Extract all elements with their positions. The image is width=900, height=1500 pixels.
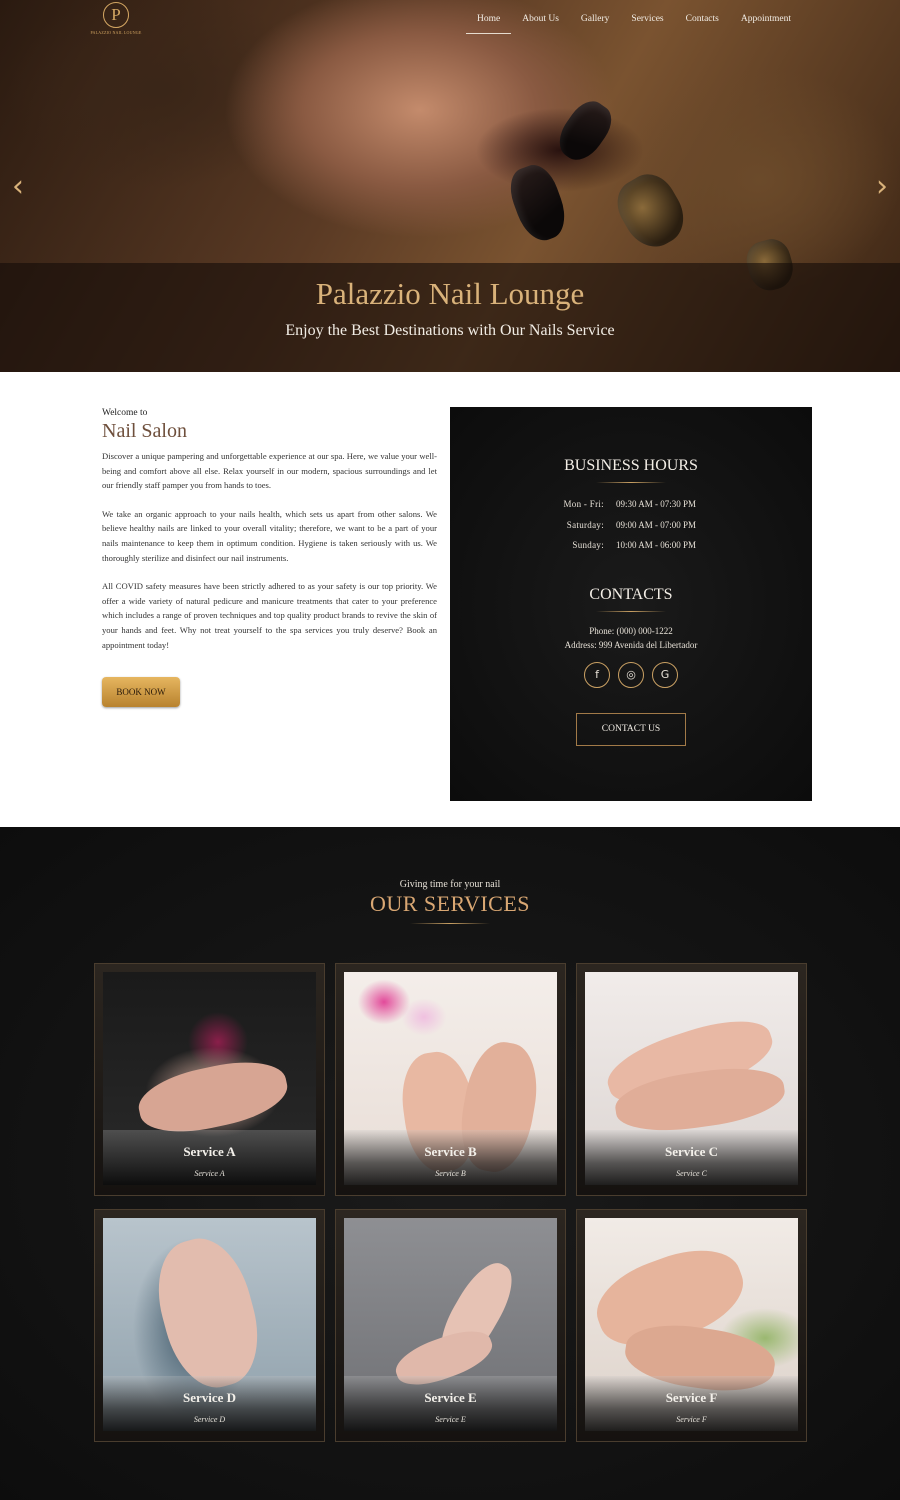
main-nav: Home About Us Gallery Services Contacts … bbox=[466, 12, 802, 34]
hero-nail-art bbox=[503, 159, 573, 247]
service-image: Service A Service A bbox=[103, 972, 316, 1185]
hours-time: 09:00 AM - 07:00 PM bbox=[616, 519, 697, 530]
hours-row: Sunday: 10:00 AM - 06:00 PM bbox=[450, 540, 812, 561]
address-text: Address: 999 Avenida del Libertador bbox=[564, 640, 698, 650]
site-logo[interactable]: P PALAZZIO NAIL LOUNGE bbox=[90, 2, 142, 42]
service-title: Service B bbox=[424, 1144, 477, 1159]
phone-text: Phone: (000) 000-1222 bbox=[589, 625, 673, 636]
service-title: Service E bbox=[424, 1390, 477, 1405]
slider-prev-icon[interactable]: ‹ bbox=[8, 172, 28, 202]
service-image: Service C Service C bbox=[585, 972, 798, 1185]
services-section: Giving time for your nail OUR SERVICES S… bbox=[0, 827, 900, 1500]
hours-list: Mon - Fri: 09:30 AM - 07:30 PM Saturday:… bbox=[450, 499, 812, 561]
google-icon[interactable]: G bbox=[652, 661, 678, 688]
logo-mark: P bbox=[103, 2, 129, 28]
hours-row: Saturday: 09:00 AM - 07:00 PM bbox=[450, 520, 812, 541]
service-hand-shape bbox=[133, 1052, 293, 1142]
intro-paragraph: We take an organic approach to your nail… bbox=[102, 508, 437, 563]
info-panel: BUSINESS HOURS Mon - Fri: 09:30 AM - 07:… bbox=[450, 407, 812, 801]
service-card[interactable]: Service A Service A bbox=[94, 963, 325, 1196]
hero-slider: P PALAZZIO NAIL LOUNGE Home About Us Gal… bbox=[0, 0, 900, 372]
slider-next-icon[interactable]: › bbox=[872, 172, 892, 202]
service-card[interactable]: Service D Service D bbox=[94, 1209, 325, 1442]
intro-text: Welcome to Nail Salon Discover a unique … bbox=[102, 408, 437, 708]
service-subtitle: Service F bbox=[676, 1415, 707, 1424]
nav-contacts[interactable]: Contacts bbox=[675, 12, 730, 34]
service-hand-shape bbox=[145, 1228, 271, 1398]
service-subtitle: Service C bbox=[676, 1169, 707, 1178]
hero-subtitle: Enjoy the Best Destinations with Our Nai… bbox=[285, 322, 615, 339]
intro-title: Nail Salon bbox=[102, 420, 187, 442]
welcome-label: Welcome to bbox=[102, 408, 148, 418]
hours-time: 10:00 AM - 06:00 PM bbox=[616, 540, 697, 550]
logo-text: PALAZZIO NAIL LOUNGE bbox=[90, 30, 142, 35]
nav-appointment[interactable]: Appointment bbox=[730, 12, 802, 34]
instagram-icon[interactable]: ◎ bbox=[618, 661, 644, 688]
services-eyebrow: Giving time for your nail bbox=[399, 879, 501, 890]
intro-section: Welcome to Nail Salon Discover a unique … bbox=[0, 372, 900, 827]
hero-title: Palazzio Nail Lounge bbox=[315, 276, 585, 311]
hours-day: Mon - Fri: bbox=[563, 499, 604, 509]
social-links: f ◎ G bbox=[450, 661, 812, 688]
service-title: Service F bbox=[665, 1390, 718, 1405]
hours-row: Mon - Fri: 09:30 AM - 07:30 PM bbox=[450, 499, 812, 520]
hero-nail-art bbox=[607, 165, 695, 257]
nav-about-us[interactable]: About Us bbox=[511, 12, 570, 34]
service-image: Service D Service D bbox=[103, 1218, 316, 1431]
contacts-heading: CONTACTS bbox=[589, 585, 673, 603]
intro-paragraph: Discover a unique pampering and unforget… bbox=[102, 451, 437, 491]
service-title: Service C bbox=[664, 1144, 719, 1159]
business-hours-heading: BUSINESS HOURS bbox=[564, 457, 698, 474]
nav-home[interactable]: Home bbox=[466, 12, 512, 34]
service-image: Service F Service F bbox=[585, 1218, 798, 1431]
service-subtitle: Service D bbox=[193, 1415, 226, 1424]
service-subtitle: Service A bbox=[194, 1169, 225, 1178]
service-image: Service E Service E bbox=[344, 1218, 557, 1431]
nav-gallery[interactable]: Gallery bbox=[570, 12, 621, 34]
contact-us-button[interactable]: CONTACT US bbox=[576, 712, 686, 746]
divider bbox=[596, 610, 666, 612]
hours-time: 09:30 AM - 07:30 PM bbox=[616, 499, 697, 509]
intro-paragraph: All COVID safety measures have been stri… bbox=[102, 581, 437, 650]
hero-nail-art bbox=[550, 94, 620, 168]
divider bbox=[410, 923, 490, 924]
hours-day: Sunday: bbox=[572, 540, 604, 550]
book-now-button[interactable]: BOOK NOW bbox=[102, 677, 180, 708]
facebook-icon[interactable]: f bbox=[584, 661, 610, 688]
service-card[interactable]: Service E Service E bbox=[335, 1209, 566, 1442]
service-card[interactable]: Service F Service F bbox=[576, 1209, 807, 1442]
service-subtitle: Service E bbox=[435, 1415, 466, 1424]
service-title: Service D bbox=[182, 1390, 237, 1405]
service-subtitle: Service B bbox=[435, 1169, 466, 1178]
service-image: Service B Service B bbox=[344, 972, 557, 1185]
divider bbox=[596, 482, 666, 483]
service-card[interactable]: Service B Service B bbox=[335, 963, 566, 1196]
services-title: OUR SERVICES bbox=[369, 891, 531, 916]
service-title: Service A bbox=[183, 1144, 236, 1159]
service-card[interactable]: Service C Service C bbox=[576, 963, 807, 1196]
hours-day: Saturday: bbox=[566, 519, 604, 530]
nav-services[interactable]: Services bbox=[620, 12, 674, 34]
